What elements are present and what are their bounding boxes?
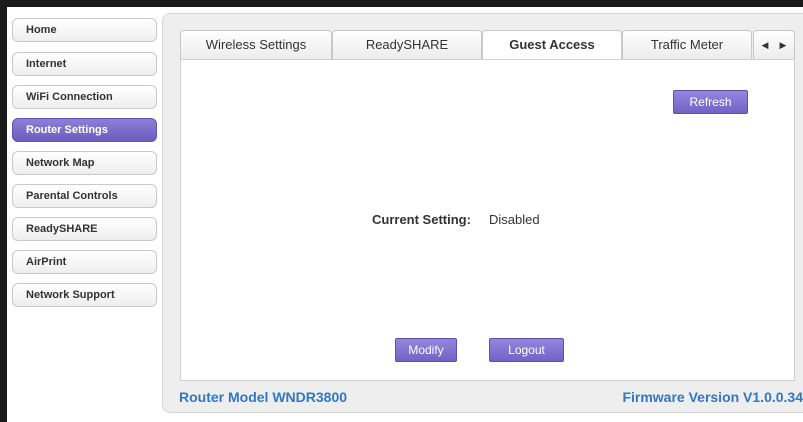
chevron-left-icon[interactable]: ◀ <box>756 31 774 59</box>
sidebar-item-wifi-connection[interactable]: WiFi Connection <box>12 85 157 109</box>
sidebar-item-readyshare[interactable]: ReadySHARE <box>12 217 157 241</box>
tab-guest-access[interactable]: Guest Access <box>482 30 622 60</box>
tab-wireless-settings[interactable]: Wireless Settings <box>180 30 332 59</box>
sidebar-item-router-settings[interactable]: Router Settings <box>12 118 157 142</box>
sidebar-item-network-map[interactable]: Network Map <box>12 151 157 175</box>
firmware-version: Firmware Version V1.0.0.34 <box>622 389 803 405</box>
sidebar-item-internet[interactable]: Internet <box>12 52 157 76</box>
chevron-right-icon[interactable]: ▶ <box>774 31 792 59</box>
main-panel: Wireless Settings ReadySHARE Guest Acces… <box>162 13 803 413</box>
modify-button[interactable]: Modify <box>395 338 457 362</box>
tab-content: Refresh Current Setting: Disabled Modify… <box>180 59 795 381</box>
sidebar-item-network-support[interactable]: Network Support <box>12 283 157 307</box>
sidebar-item-parental-controls[interactable]: Parental Controls <box>12 184 157 208</box>
tab-readyshare[interactable]: ReadySHARE <box>332 30 482 59</box>
tab-traffic-meter[interactable]: Traffic Meter <box>622 30 752 59</box>
router-model: Router Model WNDR3800 <box>179 389 348 405</box>
logout-button[interactable]: Logout <box>489 338 564 362</box>
tab-scroll-controls: ◀ ▶ <box>753 30 795 59</box>
current-setting-value: Disabled <box>489 212 540 227</box>
tab-bar: Wireless Settings ReadySHARE Guest Acces… <box>180 30 803 60</box>
sidebar-item-home[interactable]: Home <box>12 18 157 42</box>
refresh-button[interactable]: Refresh <box>673 90 748 114</box>
sidebar-item-airprint[interactable]: AirPrint <box>12 250 157 274</box>
current-setting-label: Current Setting: <box>372 212 471 227</box>
sidebar-nav: Home Internet WiFi Connection Router Set… <box>7 8 157 422</box>
